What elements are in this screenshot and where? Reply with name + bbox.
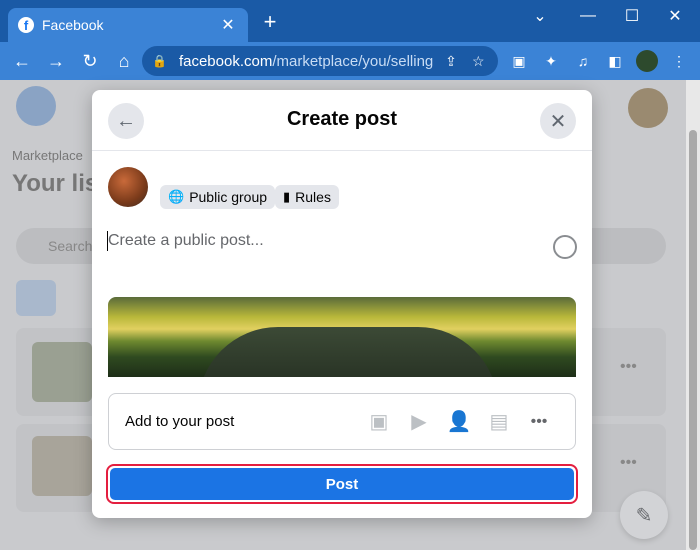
bg-listing-thumb xyxy=(32,436,92,496)
reel-icon[interactable]: ▶ xyxy=(399,409,439,434)
post-button-label: Post xyxy=(110,468,574,500)
account-avatar xyxy=(628,88,668,128)
add-to-post-bar: Add to your post ▣ ▶ 👤 ▤ ••• xyxy=(108,393,576,450)
bg-more-icon: ••• xyxy=(620,358,637,375)
tab-search-chevron-icon[interactable]: ⌄ xyxy=(525,6,555,26)
forward-arrow-icon[interactable]: → xyxy=(42,47,70,75)
user-avatar xyxy=(108,167,148,207)
attached-photo-preview xyxy=(108,297,576,377)
extension-icon[interactable]: ▣ xyxy=(508,50,530,72)
emoji-icon[interactable] xyxy=(553,235,577,259)
address-bar[interactable]: 🔒 facebook.com/marketplace/you/selling ⇪… xyxy=(142,46,498,76)
browser-titlebar: f Facebook ✕ + ⌄ — ☐ ✕ xyxy=(0,0,700,42)
facebook-favicon-icon: f xyxy=(18,17,34,33)
page-scrollbar[interactable] xyxy=(686,80,700,550)
globe-icon: 🌐 xyxy=(168,189,185,204)
close-dialog-button[interactable]: ✕ xyxy=(540,103,576,139)
url-path: /marketplace/you/selling xyxy=(272,52,434,70)
create-post-dialog: ← Create post ✕ 🌐 Public group ▮ Rules C… xyxy=(92,90,592,518)
bg-listing-thumb xyxy=(32,342,92,402)
photo-icon[interactable]: ▣ xyxy=(359,409,399,434)
audience-chip-public-group[interactable]: 🌐 Public group xyxy=(160,185,276,209)
maximize-icon[interactable]: ☐ xyxy=(617,6,647,26)
tab-title: Facebook xyxy=(42,17,104,33)
profile-avatar[interactable] xyxy=(636,50,658,72)
facebook-logo-icon xyxy=(16,86,56,126)
post-button[interactable]: Post xyxy=(106,464,578,504)
dialog-header: ← Create post ✕ xyxy=(92,90,592,151)
rules-chip[interactable]: ▮ Rules xyxy=(275,185,339,209)
browser-menu-icon[interactable]: ⋮ xyxy=(668,50,690,72)
new-tab-plus-icon[interactable]: + xyxy=(258,9,282,34)
tag-people-icon[interactable]: 👤 xyxy=(439,409,479,434)
share-icon[interactable]: ⇪ xyxy=(441,53,460,70)
post-composer-input[interactable]: Create a public post... xyxy=(108,232,264,250)
home-icon[interactable]: ⌂ xyxy=(110,47,138,75)
bg-heading: Your lis xyxy=(12,170,99,197)
side-panel-icon[interactable]: ◧ xyxy=(604,50,626,72)
bg-breadcrumb: Marketplace xyxy=(12,148,83,163)
puzzle-extensions-icon[interactable]: ✦ xyxy=(540,50,562,72)
url-text: facebook.com/marketplace/you/selling xyxy=(179,53,433,70)
close-window-icon[interactable]: ✕ xyxy=(660,6,690,26)
chip-label: Rules xyxy=(295,189,331,205)
browser-toolbar: ← → ↻ ⌂ 🔒 facebook.com/marketplace/you/s… xyxy=(0,42,700,80)
bookmark-star-icon[interactable]: ☆ xyxy=(469,53,488,70)
reload-icon[interactable]: ↻ xyxy=(76,47,104,75)
add-to-post-label: Add to your post xyxy=(125,413,235,430)
tab-close-icon[interactable]: ✕ xyxy=(218,15,238,35)
media-control-icon[interactable]: ♫ xyxy=(572,50,594,72)
bg-list-view-icon xyxy=(16,280,56,316)
lock-icon: 🔒 xyxy=(152,54,167,68)
book-icon: ▮ xyxy=(283,189,291,204)
more-icon[interactable]: ••• xyxy=(519,413,559,431)
minimize-icon[interactable]: — xyxy=(573,6,603,26)
browser-tab[interactable]: f Facebook ✕ xyxy=(8,8,248,42)
scrollbar-thumb[interactable] xyxy=(689,130,697,550)
dialog-title: Create post xyxy=(286,108,398,130)
bg-search-placeholder: Search xyxy=(48,238,93,254)
video-icon[interactable]: ▤ xyxy=(479,409,519,434)
back-arrow-icon[interactable]: ← xyxy=(8,47,36,75)
url-host: facebook.com xyxy=(178,52,273,70)
new-message-edit-icon[interactable]: ✎ xyxy=(620,491,668,539)
bg-more-icon: ••• xyxy=(620,454,637,471)
chip-label: Public group xyxy=(189,189,268,205)
photo-mouse-shape xyxy=(198,327,498,377)
